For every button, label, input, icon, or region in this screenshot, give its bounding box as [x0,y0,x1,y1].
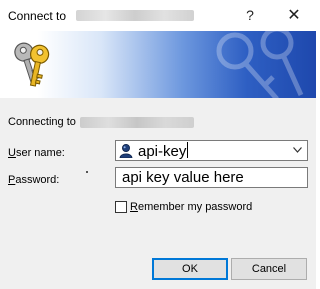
text-cursor [187,142,189,158]
remember-label-accel: R [130,201,138,213]
password-label: Password: [8,174,59,186]
dialog-body: Connecting to User name: api-key Passwor… [0,98,316,289]
password-label-rest: assword: [15,174,60,186]
cancel-button[interactable]: Cancel [231,258,307,280]
connecting-to-label: Connecting to [8,116,76,128]
username-label: User name: [8,147,65,159]
redacted-server-name [76,10,194,21]
ok-button[interactable]: OK [152,258,228,280]
dialog-title: Connect to [8,9,67,23]
close-button[interactable]: ✕ [285,5,303,25]
help-button[interactable]: ? [241,7,259,23]
stray-dot [86,171,88,173]
remember-label-rest: emember my password [137,201,253,213]
password-field[interactable]: api key value here [115,167,308,188]
title-bar: Connect to ? ✕ [0,0,316,31]
remember-password-label: Remember my password [130,201,252,213]
username-label-rest: ser name: [15,147,65,159]
keys-watermark-icon [216,31,304,98]
username-value: api-key [138,143,187,160]
user-icon [119,144,133,158]
chevron-down-icon[interactable] [293,147,302,153]
keys-icon [14,42,50,87]
username-combobox[interactable]: api-key [115,140,308,161]
banner [0,31,316,98]
redacted-server-address [80,117,194,128]
username-label-accel: U [8,147,16,159]
connect-dialog: Connect to ? ✕ Connecting to User name: … [0,0,316,289]
remember-password-checkbox[interactable] [115,201,127,213]
